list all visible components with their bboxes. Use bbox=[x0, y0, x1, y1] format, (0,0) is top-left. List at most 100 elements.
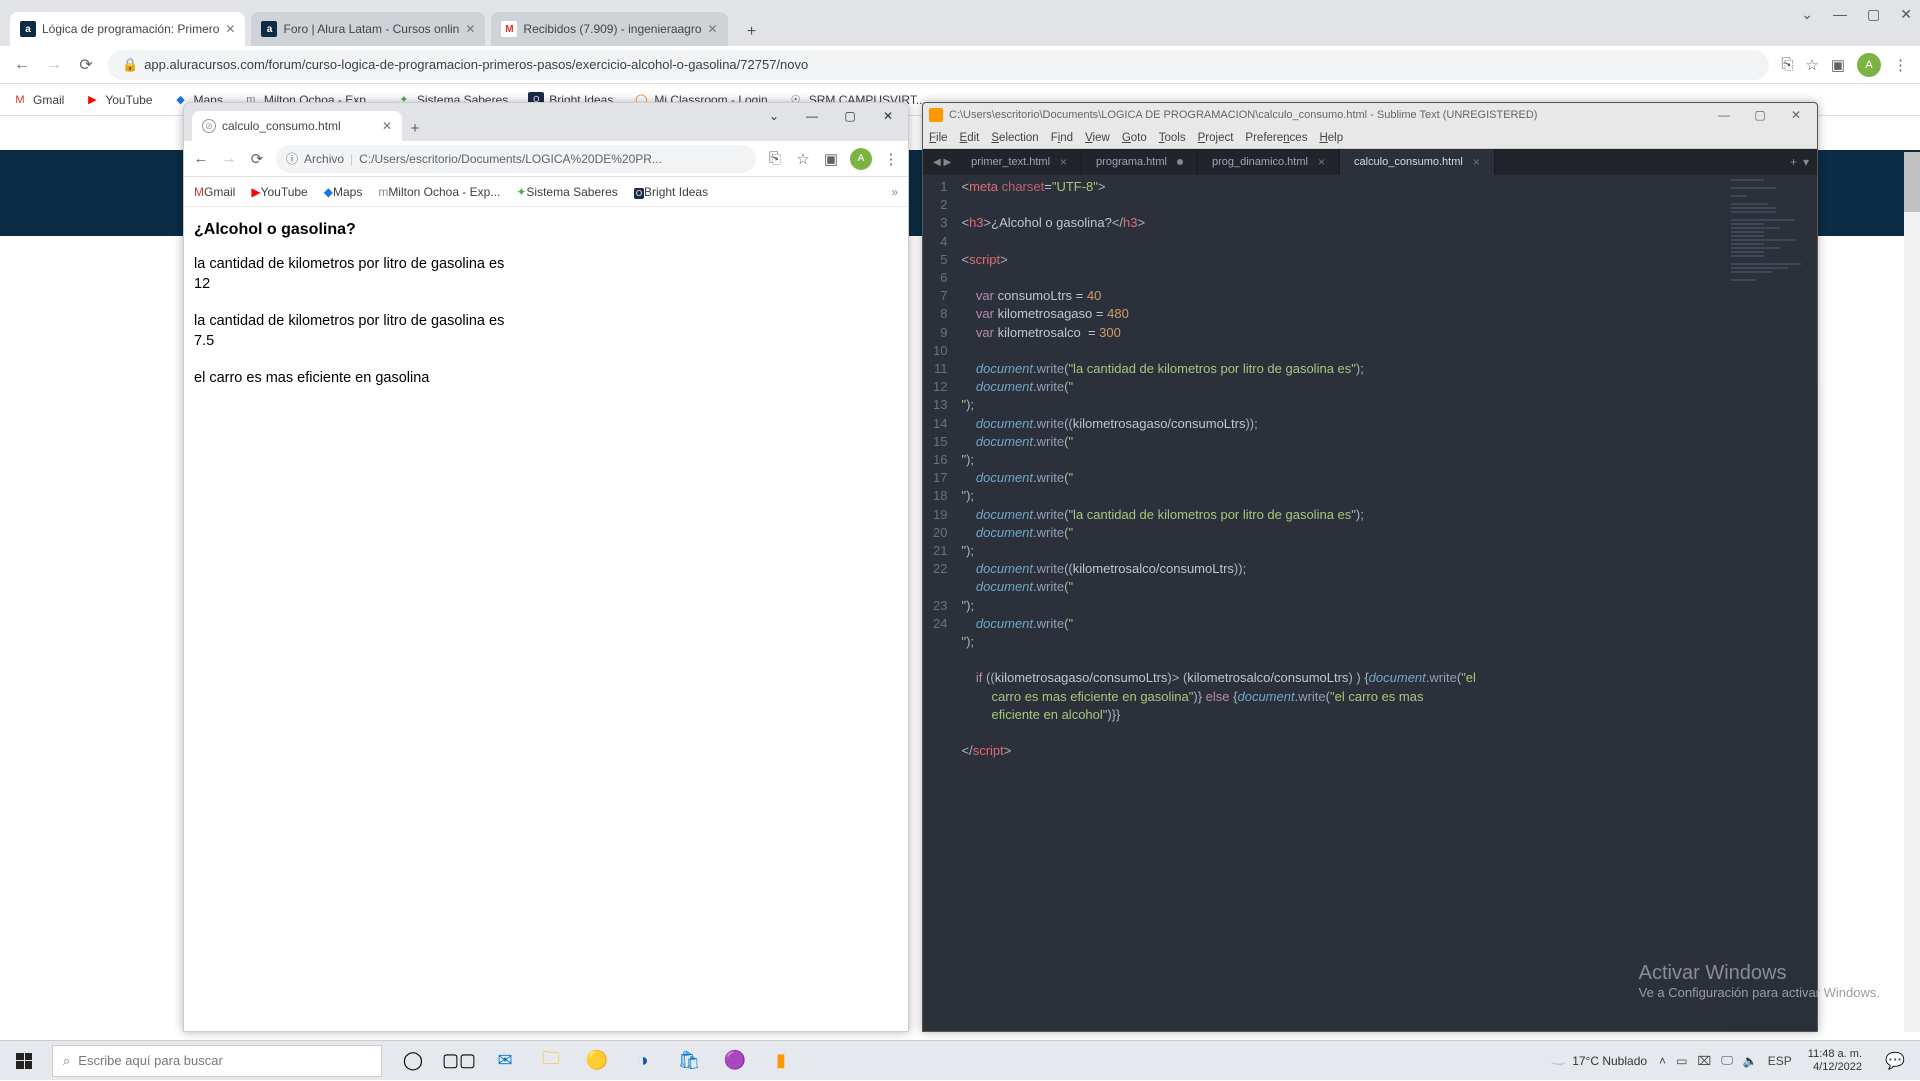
dropdown-icon[interactable]: ⌄ bbox=[1801, 6, 1813, 23]
bookmark-youtube[interactable]: ▶YouTube bbox=[84, 92, 152, 108]
edge-icon[interactable]: ◑ bbox=[622, 1041, 664, 1081]
overflow-icon[interactable]: » bbox=[891, 185, 898, 199]
close-icon[interactable]: × bbox=[1318, 155, 1325, 169]
editor-tab[interactable]: programa.html bbox=[1082, 149, 1198, 175]
bookmark-milton[interactable]: mMilton Ochoa - Exp... bbox=[378, 185, 500, 199]
editor-tab-active[interactable]: calculo_consumo.html× bbox=[1340, 149, 1495, 175]
share-icon[interactable]: ⎘ bbox=[766, 150, 784, 167]
star-icon[interactable]: ☆ bbox=[794, 150, 812, 168]
bookmark-gmail[interactable]: MGmail bbox=[12, 92, 64, 108]
cortana-icon[interactable]: ◯ bbox=[392, 1041, 434, 1081]
bookmark-gmail[interactable]: MGmail bbox=[194, 185, 235, 199]
minimize-icon[interactable]: — bbox=[798, 109, 826, 123]
editor-tab[interactable]: primer_text.html× bbox=[957, 149, 1082, 175]
dropdown-icon[interactable]: ⌄ bbox=[760, 109, 788, 123]
close-icon[interactable]: ✕ bbox=[1900, 6, 1912, 23]
maximize-icon[interactable]: ▢ bbox=[836, 109, 864, 123]
start-button[interactable] bbox=[0, 1041, 48, 1081]
avatar[interactable]: A bbox=[1857, 53, 1881, 77]
mail-icon[interactable]: ✉ bbox=[484, 1041, 526, 1081]
cast-icon[interactable]: ⌧ bbox=[1697, 1054, 1711, 1068]
avatar[interactable]: A bbox=[850, 148, 872, 170]
tab-nav-arrows[interactable]: ◀ ▶ bbox=[927, 149, 957, 175]
menu-selection[interactable]: Selection bbox=[991, 132, 1038, 144]
url-path: C:/Users/escritorio/Documents/LOGICA%20D… bbox=[359, 152, 662, 166]
chrome-icon[interactable]: 🟡 bbox=[576, 1041, 618, 1081]
tray-up-icon[interactable]: ˄ bbox=[1659, 1054, 1666, 1068]
close-icon[interactable]: ✕ bbox=[382, 119, 392, 133]
close-icon[interactable]: × bbox=[1060, 155, 1067, 169]
task-view-icon[interactable]: ▢▢ bbox=[438, 1041, 480, 1081]
display-icon[interactable]: 🖵 bbox=[1721, 1053, 1733, 1068]
lang-indicator[interactable]: ESP bbox=[1768, 1054, 1792, 1068]
maximize-icon[interactable]: ▢ bbox=[1745, 108, 1775, 122]
forward-icon: → bbox=[44, 56, 64, 74]
content-line: la cantidad de kilometros por litro de g… bbox=[194, 312, 898, 332]
menu-project[interactable]: Project bbox=[1198, 132, 1234, 144]
share-icon[interactable]: ⎘ bbox=[1781, 56, 1793, 73]
new-tab-icon[interactable]: + bbox=[1790, 155, 1797, 169]
bg-tab-active[interactable]: a Lógica de programación: Primero ✕ bbox=[10, 12, 245, 46]
bookmark-youtube[interactable]: ▶YouTube bbox=[251, 185, 307, 199]
menu-edit[interactable]: Edit bbox=[960, 132, 980, 144]
explorer-icon[interactable]: 🗀 bbox=[530, 1041, 572, 1081]
close-icon[interactable]: × bbox=[1473, 155, 1480, 169]
bookmark-saberes[interactable]: ✦Sistema Saberes bbox=[516, 185, 617, 199]
reload-icon[interactable]: ⟳ bbox=[76, 55, 96, 75]
url-field[interactable]: 🔒 app.aluracursos.com/forum/curso-logica… bbox=[108, 50, 1769, 80]
close-icon[interactable]: ✕ bbox=[874, 109, 902, 123]
new-tab-button[interactable]: + bbox=[402, 115, 428, 141]
taskbar-search[interactable]: ⌕ Escribe aquí para buscar bbox=[52, 1045, 382, 1077]
bg-tab-inactive-2[interactable]: M Recibidos (7.909) - ingenieraagro ✕ bbox=[491, 12, 727, 46]
back-icon[interactable]: ← bbox=[192, 150, 210, 167]
bg-tabstrip: a Lógica de programación: Primero ✕ a Fo… bbox=[0, 0, 1920, 46]
bg-tab-title: Foro | Alura Latam - Cursos onlin bbox=[283, 22, 459, 36]
sublime-titlebar[interactable]: C:\Users\escritorio\Documents\LOGICA DE … bbox=[923, 103, 1817, 127]
favicon-a: a bbox=[20, 21, 36, 37]
close-icon[interactable]: ✕ bbox=[708, 22, 718, 36]
minimize-icon[interactable]: — bbox=[1709, 108, 1739, 122]
menu-find[interactable]: Find bbox=[1051, 132, 1073, 144]
extensions-icon[interactable]: ▣ bbox=[822, 150, 840, 168]
app-icon[interactable]: 🟣 bbox=[714, 1041, 756, 1081]
url-field[interactable]: ⓘ Archivo | C:/Users/escritorio/Document… bbox=[276, 145, 756, 173]
editor-tab[interactable]: prog_dinamico.html× bbox=[1198, 149, 1340, 175]
tabs-dropdown-icon[interactable]: ▾ bbox=[1803, 155, 1809, 169]
scrollbar-thumb[interactable] bbox=[1904, 152, 1920, 212]
inner-tab[interactable]: ⊘ calculo_consumo.html ✕ bbox=[192, 111, 402, 141]
store-icon[interactable]: 🛍 bbox=[668, 1041, 710, 1081]
star-icon[interactable]: ☆ bbox=[1805, 56, 1818, 74]
sublime-icon[interactable]: ▮ bbox=[760, 1041, 802, 1081]
menu-help[interactable]: Help bbox=[1319, 132, 1343, 144]
weather-widget[interactable]: ☁️ 17°C Nublado bbox=[1551, 1054, 1647, 1068]
code-area[interactable]: <meta charset="UTF-8"> <h3>¿Alcohol o ga… bbox=[955, 175, 1727, 1031]
clock[interactable]: 11:48 a. m. 4/12/2022 bbox=[1804, 1048, 1866, 1074]
menu-view[interactable]: View bbox=[1085, 132, 1110, 144]
bg-tab-inactive-1[interactable]: a Foro | Alura Latam - Cursos onlin ✕ bbox=[251, 12, 485, 46]
notifications-icon[interactable]: 💬 bbox=[1878, 1041, 1912, 1081]
bg-scrollbar[interactable] bbox=[1904, 152, 1920, 1032]
inner-window-controls: ⌄ — ▢ ✕ bbox=[760, 109, 902, 123]
extensions-icon[interactable]: ▣ bbox=[1831, 56, 1845, 74]
bookmark-maps[interactable]: ◆Maps bbox=[324, 185, 363, 199]
battery-icon[interactable]: ▭ bbox=[1676, 1054, 1687, 1068]
forward-icon: → bbox=[220, 150, 238, 167]
menu-preferences[interactable]: Preferences bbox=[1245, 132, 1307, 144]
menu-tools[interactable]: Tools bbox=[1159, 132, 1186, 144]
minimize-icon[interactable]: — bbox=[1833, 6, 1847, 23]
reload-icon[interactable]: ⟳ bbox=[248, 150, 266, 168]
close-icon[interactable]: ✕ bbox=[1781, 108, 1811, 122]
close-icon[interactable]: ✕ bbox=[225, 22, 235, 36]
menu-goto[interactable]: Goto bbox=[1122, 132, 1147, 144]
sound-icon[interactable]: 🔈 bbox=[1743, 1054, 1758, 1068]
maximize-icon[interactable]: ▢ bbox=[1867, 6, 1880, 23]
menu-icon[interactable]: ⋮ bbox=[1893, 56, 1908, 74]
menu-icon[interactable]: ⋮ bbox=[882, 150, 900, 168]
close-icon[interactable]: ✕ bbox=[465, 22, 475, 36]
menu-file[interactable]: File bbox=[929, 132, 948, 144]
lock-icon: 🔒 bbox=[122, 57, 138, 73]
bookmark-bright[interactable]: OBright Ideas bbox=[634, 185, 708, 199]
new-tab-button[interactable]: + bbox=[738, 18, 766, 46]
back-icon[interactable]: ← bbox=[12, 56, 32, 74]
minimap[interactable] bbox=[1727, 175, 1817, 1031]
